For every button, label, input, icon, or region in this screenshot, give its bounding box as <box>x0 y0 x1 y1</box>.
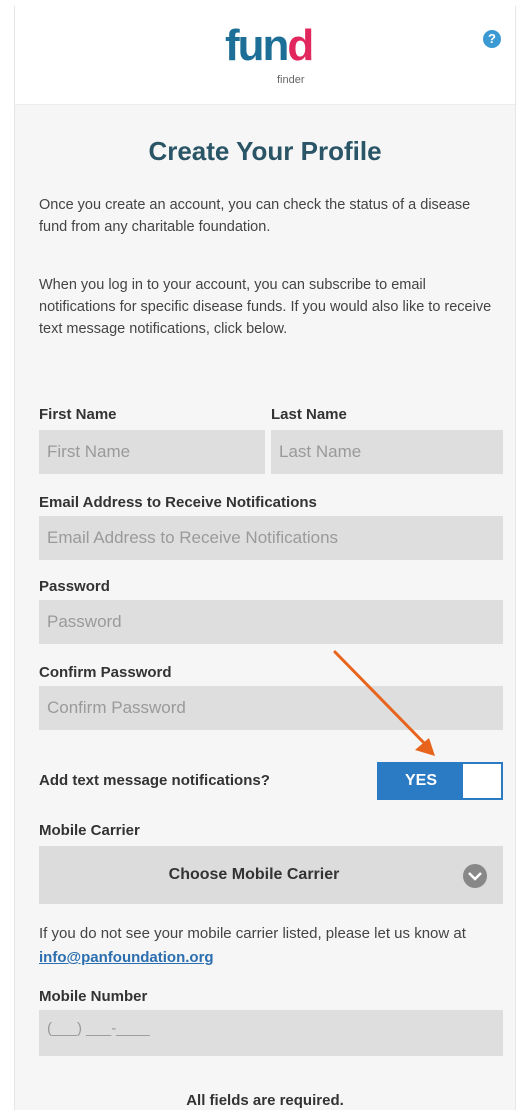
required-fields-note: All fields are required. <box>186 1092 344 1109</box>
help-glyph: ? <box>488 31 496 46</box>
support-email-link[interactable]: info@panfoundation.org <box>39 949 214 966</box>
intro-paragraph-2: When you log in to your account, you can… <box>39 277 492 337</box>
last-name-input[interactable] <box>271 430 503 474</box>
toggle-yes-label: YES <box>379 764 463 798</box>
carrier-help-note: If you do not see your mobile carrier li… <box>39 922 509 970</box>
signup-panel: fund finder ? Create Your Profile Once y… <box>14 6 516 1110</box>
logo-sub-text: finder <box>277 74 305 86</box>
email-label: Email Address to Receive Notifications <box>39 494 317 511</box>
text-notifications-toggle[interactable]: YES <box>377 762 503 800</box>
page-title: Create Your Profile <box>148 136 382 166</box>
mobile-carrier-select[interactable]: Choose Mobile Carrier <box>39 846 503 904</box>
carrier-note-text: If you do not see your mobile carrier li… <box>39 925 466 942</box>
email-input[interactable] <box>39 516 503 560</box>
chevron-down-circle-icon <box>463 864 487 888</box>
annotation-arrow-icon <box>333 650 435 756</box>
mobile-number-input[interactable]: (___) ___-____ <box>39 1010 503 1056</box>
first-name-input[interactable] <box>39 430 265 474</box>
password-label: Password <box>39 578 110 595</box>
logo-main-text: fund <box>225 21 314 70</box>
mobile-carrier-label: Mobile Carrier <box>39 822 140 839</box>
question-circle-icon[interactable]: ? <box>483 30 501 48</box>
password-input[interactable] <box>39 600 503 644</box>
mobile-number-label: Mobile Number <box>39 988 148 1005</box>
fund-finder-logo: fund finder <box>225 20 325 94</box>
intro-paragraph-1: Once you create an account, you can chec… <box>39 197 471 235</box>
text-notifications-label: Add text message notifications? <box>39 772 270 789</box>
logo-wordmark: fund <box>225 21 314 70</box>
phone-mask: (___) ___-____ <box>47 1020 150 1037</box>
header: fund finder ? <box>15 6 515 105</box>
first-name-label: First Name <box>39 406 117 423</box>
confirm-password-label: Confirm Password <box>39 664 172 681</box>
last-name-label: Last Name <box>271 406 347 423</box>
mobile-carrier-selected: Choose Mobile Carrier <box>168 866 340 883</box>
